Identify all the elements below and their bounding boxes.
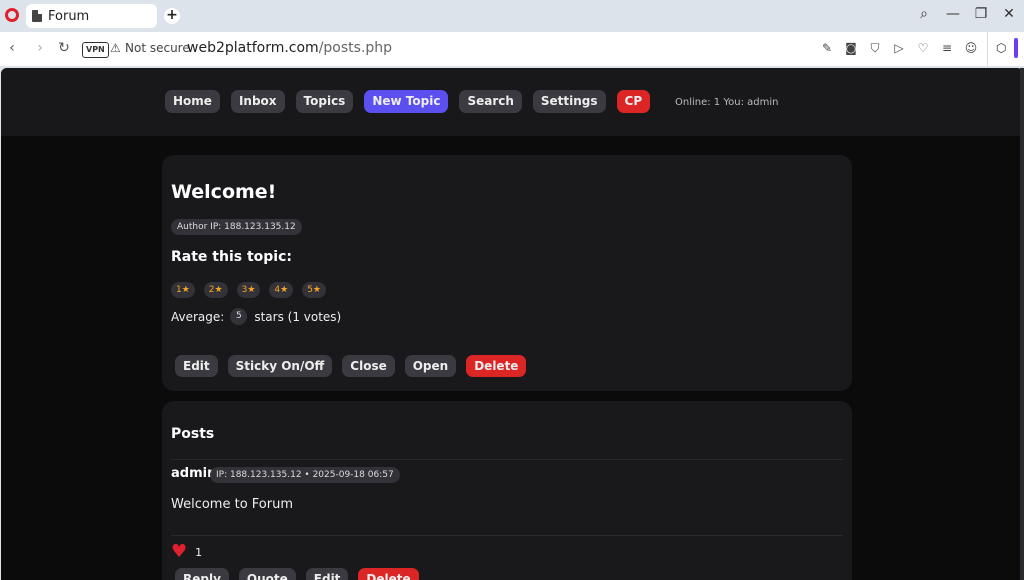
shield-icon[interactable]: ⛉ <box>868 41 882 55</box>
tab-title: Forum <box>48 8 90 24</box>
nav-inbox[interactable]: Inbox <box>230 90 285 113</box>
nav-search[interactable]: Search <box>459 90 522 113</box>
play-icon[interactable]: ▷ <box>892 41 906 55</box>
topic-action-edit[interactable]: Edit <box>175 355 218 377</box>
page-viewport: Home Inbox Topics New Topic Search Settings CP… <box>1 68 1023 580</box>
topic-action-delete[interactable]: Delete <box>466 355 527 377</box>
average-rating: Average: 5 stars (1 votes) <box>171 308 341 325</box>
rate-5-star-button[interactable]: 5★ <box>302 282 326 298</box>
sidebar-accent-bar[interactable] <box>1014 38 1018 58</box>
warning-icon[interactable]: ⚠ <box>110 41 121 55</box>
divider <box>171 535 843 536</box>
nav-topics[interactable]: Topics <box>295 90 354 113</box>
extension-cube-icon[interactable]: ⬡ <box>996 41 1006 55</box>
restore-icon[interactable]: ❐ <box>971 6 991 22</box>
heart-icon[interactable]: ♡ <box>916 41 930 55</box>
topic-action-close[interactable]: Close <box>342 355 395 377</box>
forum-top-nav: Home Inbox Topics New Topic Search Settings CP… <box>1 68 1023 136</box>
post-action-edit[interactable]: Edit <box>305 568 349 580</box>
forward-icon[interactable]: › <box>31 40 49 56</box>
topic-card: Welcome! Author IP: 188.123.135.12 Rate … <box>162 155 852 391</box>
profile-icon[interactable]: ☺ <box>964 41 978 55</box>
address-bar: ‹ › ↻ VPN ⚠ Not secure web2platform.com/… <box>0 32 1024 66</box>
page-scrollbar[interactable] <box>1020 68 1024 580</box>
nav-home[interactable]: Home <box>165 90 220 113</box>
divider <box>171 459 843 460</box>
url-path: /posts.php <box>318 40 393 56</box>
topic-action-open[interactable]: Open <box>404 355 457 377</box>
url-field[interactable]: web2platform.com/posts.php <box>187 40 392 56</box>
nav-cp[interactable]: CP <box>616 90 651 113</box>
camera-icon[interactable]: ◙ <box>844 41 858 55</box>
rate-1-star-button[interactable]: 1★ <box>171 282 195 298</box>
average-suffix: stars (1 votes) <box>254 309 342 324</box>
post-action-reply[interactable]: Reply <box>175 568 229 580</box>
new-tab-button[interactable]: + <box>164 8 180 24</box>
average-prefix: Average: <box>171 309 225 324</box>
extensions-area: ⬡ <box>987 32 1024 66</box>
close-window-icon[interactable]: ✕ <box>999 6 1019 22</box>
posts-heading: Posts <box>171 426 215 442</box>
post-body: Welcome to Forum <box>171 497 293 512</box>
edit-icon[interactable]: ✎ <box>820 41 834 55</box>
rate-label: Rate this topic: <box>171 249 292 265</box>
online-status: Online: 1 You: admin <box>675 97 779 108</box>
like-count: 1 <box>195 545 203 559</box>
author-ip-badge: Author IP: 188.123.135.12 <box>171 219 302 235</box>
vpn-badge[interactable]: VPN <box>82 42 109 58</box>
browser-tab-strip: Forum + ⌕ — ❐ ✕ <box>0 0 1024 32</box>
browser-tab[interactable]: Forum <box>26 4 157 28</box>
page-icon <box>32 10 42 22</box>
like-control[interactable]: ♥ 1 <box>171 543 203 561</box>
nav-new-topic[interactable]: New Topic <box>364 90 449 113</box>
heart-icon[interactable]: ♥ <box>171 543 187 561</box>
post-action-quote[interactable]: Quote <box>238 568 296 580</box>
rate-2-star-button[interactable]: 2★ <box>203 282 228 298</box>
back-icon[interactable]: ‹ <box>3 40 21 56</box>
reload-icon[interactable]: ↻ <box>55 40 73 56</box>
average-value: 5 <box>230 308 248 325</box>
menu-icon[interactable]: ≡ <box>940 41 954 55</box>
security-label[interactable]: Not secure <box>125 41 190 55</box>
url-domain: web2platform.com <box>187 40 319 56</box>
minimize-icon[interactable]: — <box>943 6 963 22</box>
topic-title: Welcome! <box>171 181 277 203</box>
post-meta-badge: IP: 188.123.135.12 • 2025-09-18 06:57 <box>210 467 400 483</box>
rate-4-star-button[interactable]: 4★ <box>269 282 294 298</box>
posts-card: Posts admin IP: 188.123.135.12 • 2025-09… <box>162 401 852 580</box>
opera-logo-icon[interactable] <box>5 8 19 22</box>
topic-action-sticky-on-off[interactable]: Sticky On/Off <box>227 355 333 377</box>
nav-settings[interactable]: Settings <box>532 90 606 113</box>
rate-3-star-button[interactable]: 3★ <box>236 282 261 298</box>
post-action-delete[interactable]: Delete <box>358 568 419 580</box>
search-tabs-icon[interactable]: ⌕ <box>914 6 934 22</box>
